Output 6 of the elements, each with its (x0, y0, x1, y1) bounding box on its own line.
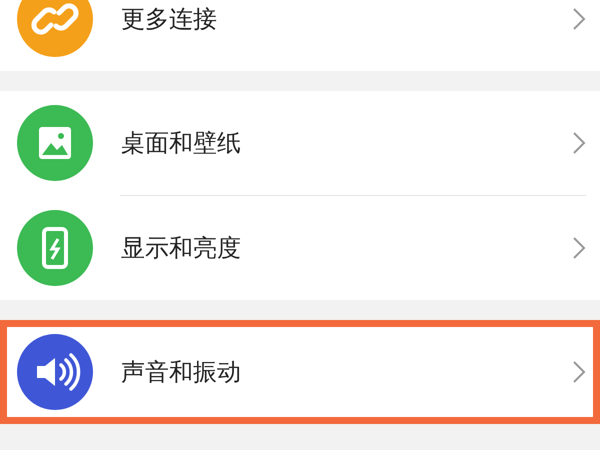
setting-label[interactable]: 桌面和壁纸 (121, 125, 572, 161)
chevron-right-icon (572, 7, 586, 31)
chevron-right-icon (572, 360, 586, 384)
chevron-right-icon (572, 236, 586, 260)
chevron-right-icon (572, 131, 586, 155)
setting-label[interactable]: 显示和亮度 (121, 230, 572, 266)
